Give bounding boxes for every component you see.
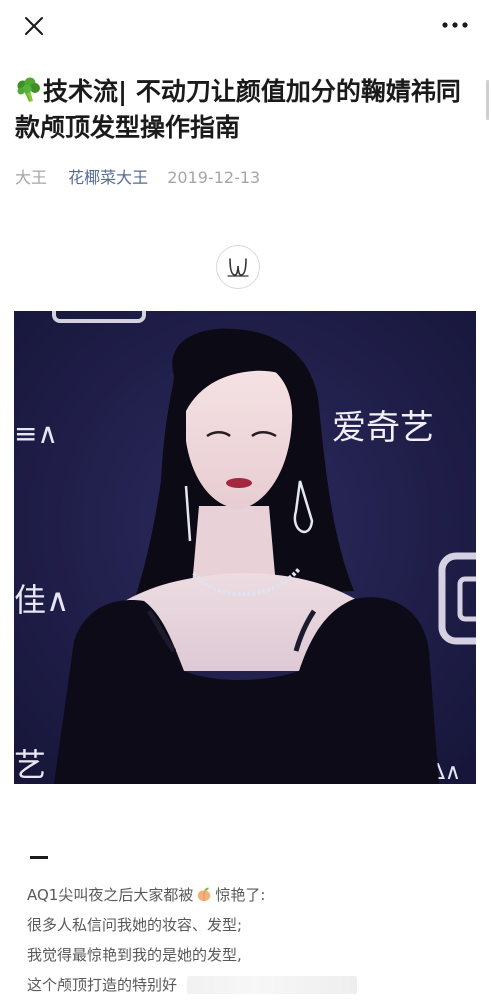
backdrop-text-brand: 爱奇艺 bbox=[332, 408, 434, 448]
backdrop-text-yi: 艺 bbox=[14, 746, 46, 784]
body-line-3: 我觉得最惊艳到我的是她的发型, bbox=[27, 946, 242, 964]
top-bar bbox=[0, 0, 491, 52]
hero-photo: 爱奇艺 ≡∧ 佳∧ 艺 ∧∆∧ bbox=[14, 311, 476, 784]
author-name: 大王 bbox=[15, 168, 48, 187]
article-title: 技术流| 不动刀让颜值加分的鞠婧祎同款颅顶发型操作指南 bbox=[15, 74, 477, 146]
body-line-1-text-b: 惊艳了: bbox=[215, 886, 266, 904]
account-logo-badge bbox=[216, 245, 260, 289]
scrollbar[interactable] bbox=[486, 80, 489, 120]
backdrop-text-ea: ≡∧ bbox=[14, 417, 58, 450]
account-link[interactable]: 花椰菜大王 bbox=[68, 168, 148, 187]
body-line-4-text: 这个颅顶打造的特别好 bbox=[27, 976, 178, 994]
article-title-text: 技术流| 不动刀让颜值加分的鞠婧祎同款颅顶发型操作指南 bbox=[15, 77, 461, 142]
body-line-2: 很多人私信问我她的妆容、发型; bbox=[27, 916, 243, 934]
more-dots-icon[interactable] bbox=[441, 18, 469, 32]
article-body: AQ1尖叫夜之后大家都被 惊艳了: 很多人私信问我她的妆容、发型; 我觉得最惊艳… bbox=[27, 880, 467, 1000]
body-line-4: 这个颅顶打造的特别好 bbox=[27, 970, 467, 1000]
section-divider bbox=[30, 856, 48, 859]
peach-emoji bbox=[198, 887, 211, 901]
article-meta: 大王 花椰菜大王 2019-12-13 bbox=[15, 166, 260, 190]
body-line-1: AQ1尖叫夜之后大家都被 惊艳了: bbox=[27, 880, 467, 910]
body-line-1-text-a: AQ1尖叫夜之后大家都被 bbox=[27, 886, 194, 904]
broccoli-emoji bbox=[17, 77, 40, 102]
close-icon[interactable] bbox=[22, 14, 46, 38]
blurred-text-placeholder bbox=[187, 976, 358, 994]
backdrop-text-jia: 佳∧ bbox=[14, 581, 69, 619]
publish-date: 2019-12-13 bbox=[167, 168, 261, 187]
